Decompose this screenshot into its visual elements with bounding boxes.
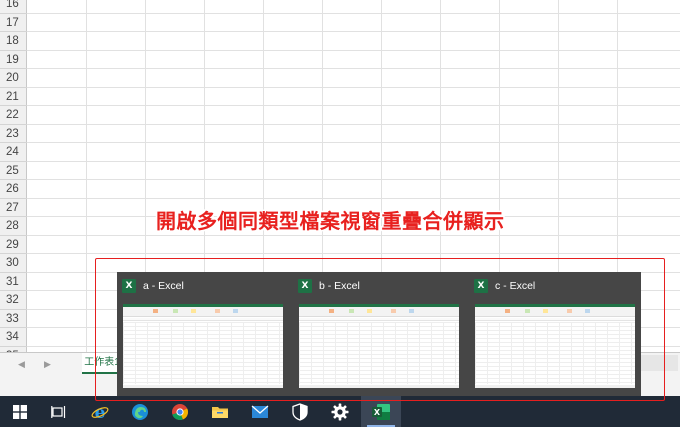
tab-nav-next-icon[interactable]: ▶ bbox=[44, 359, 51, 370]
windows-start-icon bbox=[13, 404, 27, 419]
row-header[interactable]: 29 bbox=[0, 236, 27, 254]
grid-row-line bbox=[27, 86, 680, 88]
row-header[interactable]: 33 bbox=[0, 310, 27, 328]
row-header[interactable]: 17 bbox=[0, 14, 27, 32]
row-header[interactable]: 20 bbox=[0, 69, 27, 88]
task-view-icon bbox=[51, 405, 66, 418]
grid-row-line bbox=[27, 68, 680, 69]
row-header[interactable]: 26 bbox=[0, 180, 27, 199]
row-header[interactable]: 21 bbox=[0, 88, 27, 106]
tab-nav-prev-icon[interactable]: ◀ bbox=[18, 359, 25, 370]
grid-column-line bbox=[86, 0, 87, 352]
grid-row-line bbox=[27, 49, 680, 51]
row-header[interactable]: 22 bbox=[0, 106, 27, 125]
row-header[interactable]: 25 bbox=[0, 162, 27, 180]
grid-row-line bbox=[27, 160, 680, 162]
grid-row-line bbox=[27, 12, 680, 14]
row-header[interactable]: 27 bbox=[0, 199, 27, 217]
row-header[interactable]: 19 bbox=[0, 51, 27, 69]
grid-row-line bbox=[27, 31, 680, 32]
annotation-highlight-box bbox=[95, 258, 665, 401]
edge-icon bbox=[132, 403, 148, 420]
grid-row-line bbox=[27, 234, 680, 236]
grid-row-line bbox=[27, 123, 680, 125]
mail-icon bbox=[251, 405, 269, 418]
chrome-icon bbox=[172, 403, 188, 420]
start-button[interactable] bbox=[0, 396, 40, 427]
grid-row-line bbox=[27, 179, 680, 180]
row-header[interactable]: 31 bbox=[0, 273, 27, 291]
row-header[interactable]: 24 bbox=[0, 143, 27, 162]
annotation-headline: 開啟多個同類型檔案視窗重疊合併顯示 bbox=[156, 211, 505, 233]
windows-security-icon bbox=[292, 402, 308, 421]
task-view-button[interactable] bbox=[39, 396, 79, 427]
file-explorer-icon bbox=[212, 406, 228, 418]
grid-row-line bbox=[27, 253, 680, 254]
row-header[interactable]: 34 bbox=[0, 328, 27, 347]
svg-text:e: e bbox=[95, 403, 106, 421]
row-header[interactable]: 28 bbox=[0, 217, 27, 236]
row-header[interactable]: 16 bbox=[0, 0, 27, 14]
row-header[interactable]: 23 bbox=[0, 125, 27, 143]
excel-icon: X bbox=[372, 403, 390, 420]
grid-row-line bbox=[27, 197, 680, 199]
row-header[interactable]: 18 bbox=[0, 32, 27, 51]
row-header[interactable]: 30 bbox=[0, 254, 27, 273]
grid-row-line bbox=[27, 105, 680, 106]
grid-row-line bbox=[27, 142, 680, 143]
settings-gear-icon bbox=[331, 403, 349, 420]
internet-explorer-icon: e bbox=[91, 403, 109, 421]
excel-icon-glyph: X bbox=[374, 408, 381, 417]
row-header-column: 1617181920212223242526272829303132333435 bbox=[0, 0, 27, 352]
row-header[interactable]: 32 bbox=[0, 291, 27, 310]
